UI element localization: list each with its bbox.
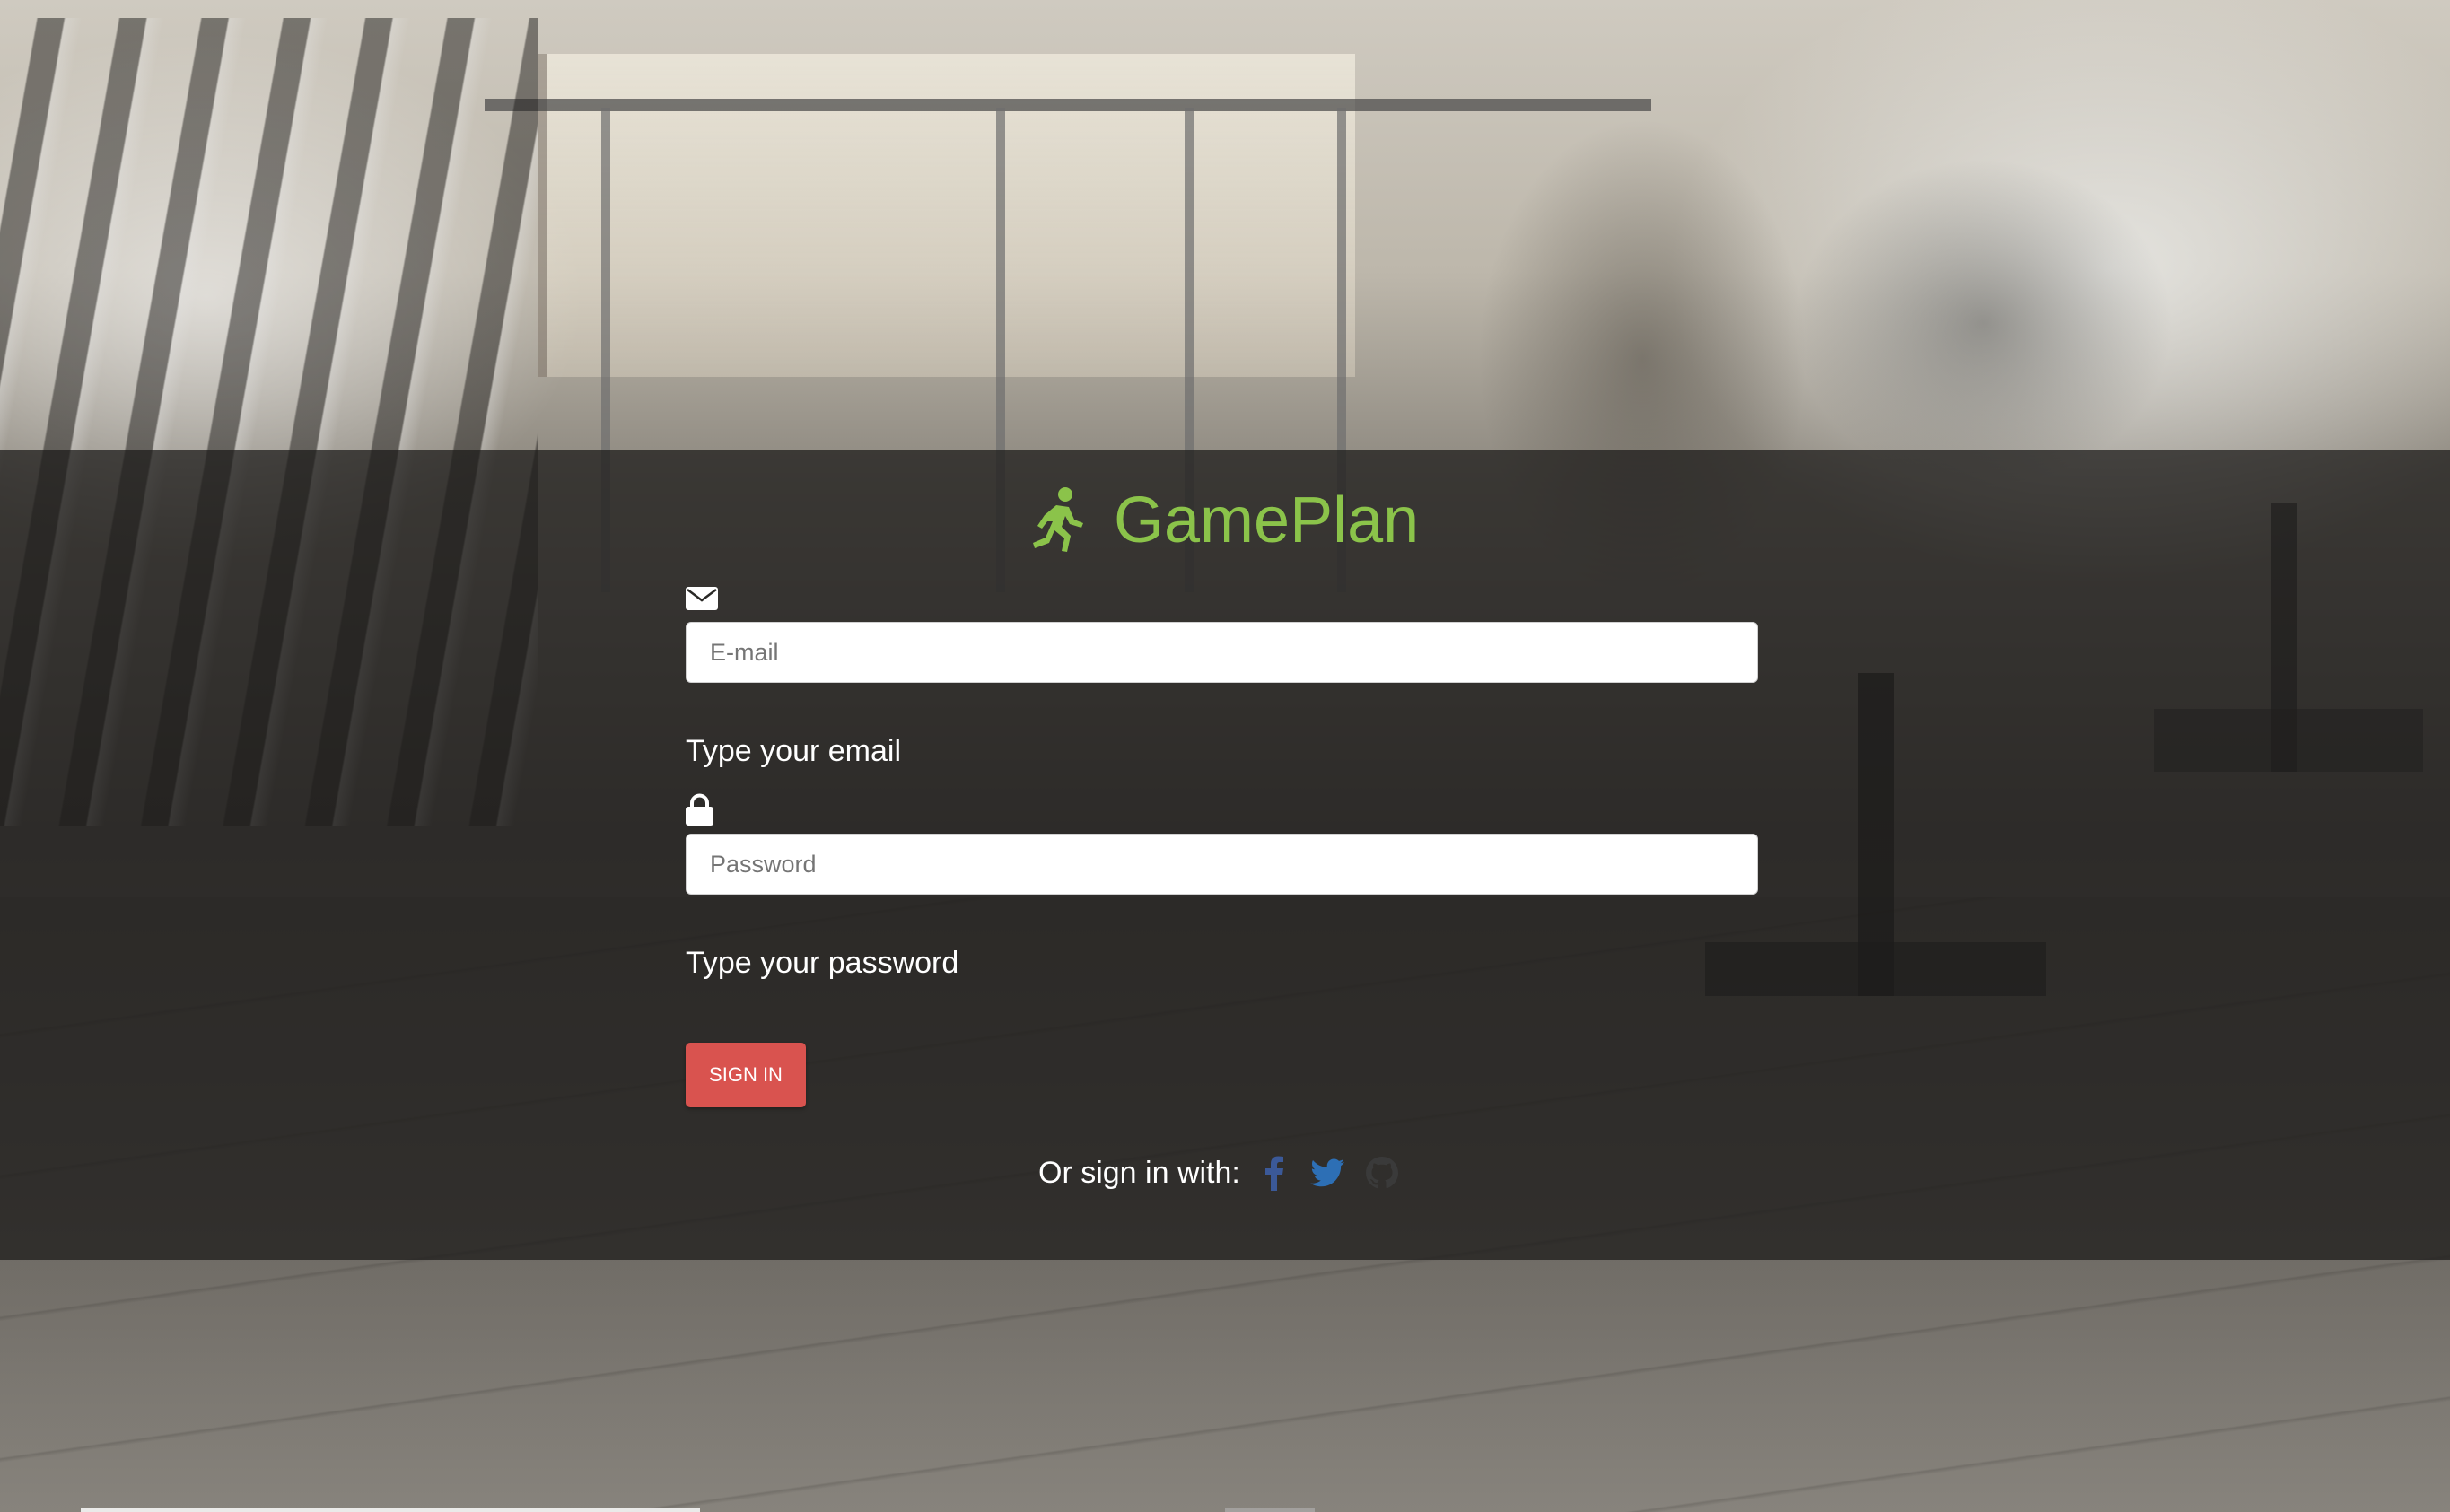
- brand: GamePlan: [1028, 480, 1419, 561]
- running-person-icon: [1033, 487, 1083, 552]
- email-input[interactable]: [686, 622, 1758, 683]
- social-signin: Or sign in with:: [1038, 1153, 1418, 1193]
- facebook-icon[interactable]: [1256, 1155, 1292, 1191]
- social-signin-label: Or sign in with:: [1038, 1155, 1240, 1190]
- password-helper-text: Type your password: [686, 946, 959, 980]
- github-icon[interactable]: [1364, 1155, 1400, 1191]
- sign-in-button[interactable]: SIGN IN: [686, 1043, 806, 1107]
- envelope-icon: [686, 587, 718, 610]
- email-helper-text: Type your email: [686, 734, 901, 768]
- brand-name: GamePlan: [1114, 485, 1420, 556]
- twitter-icon[interactable]: [1310, 1155, 1346, 1191]
- lock-icon: [686, 793, 713, 826]
- password-input[interactable]: [686, 834, 1758, 895]
- bottom-bar: [81, 1508, 700, 1512]
- bottom-bar: [1225, 1508, 1315, 1512]
